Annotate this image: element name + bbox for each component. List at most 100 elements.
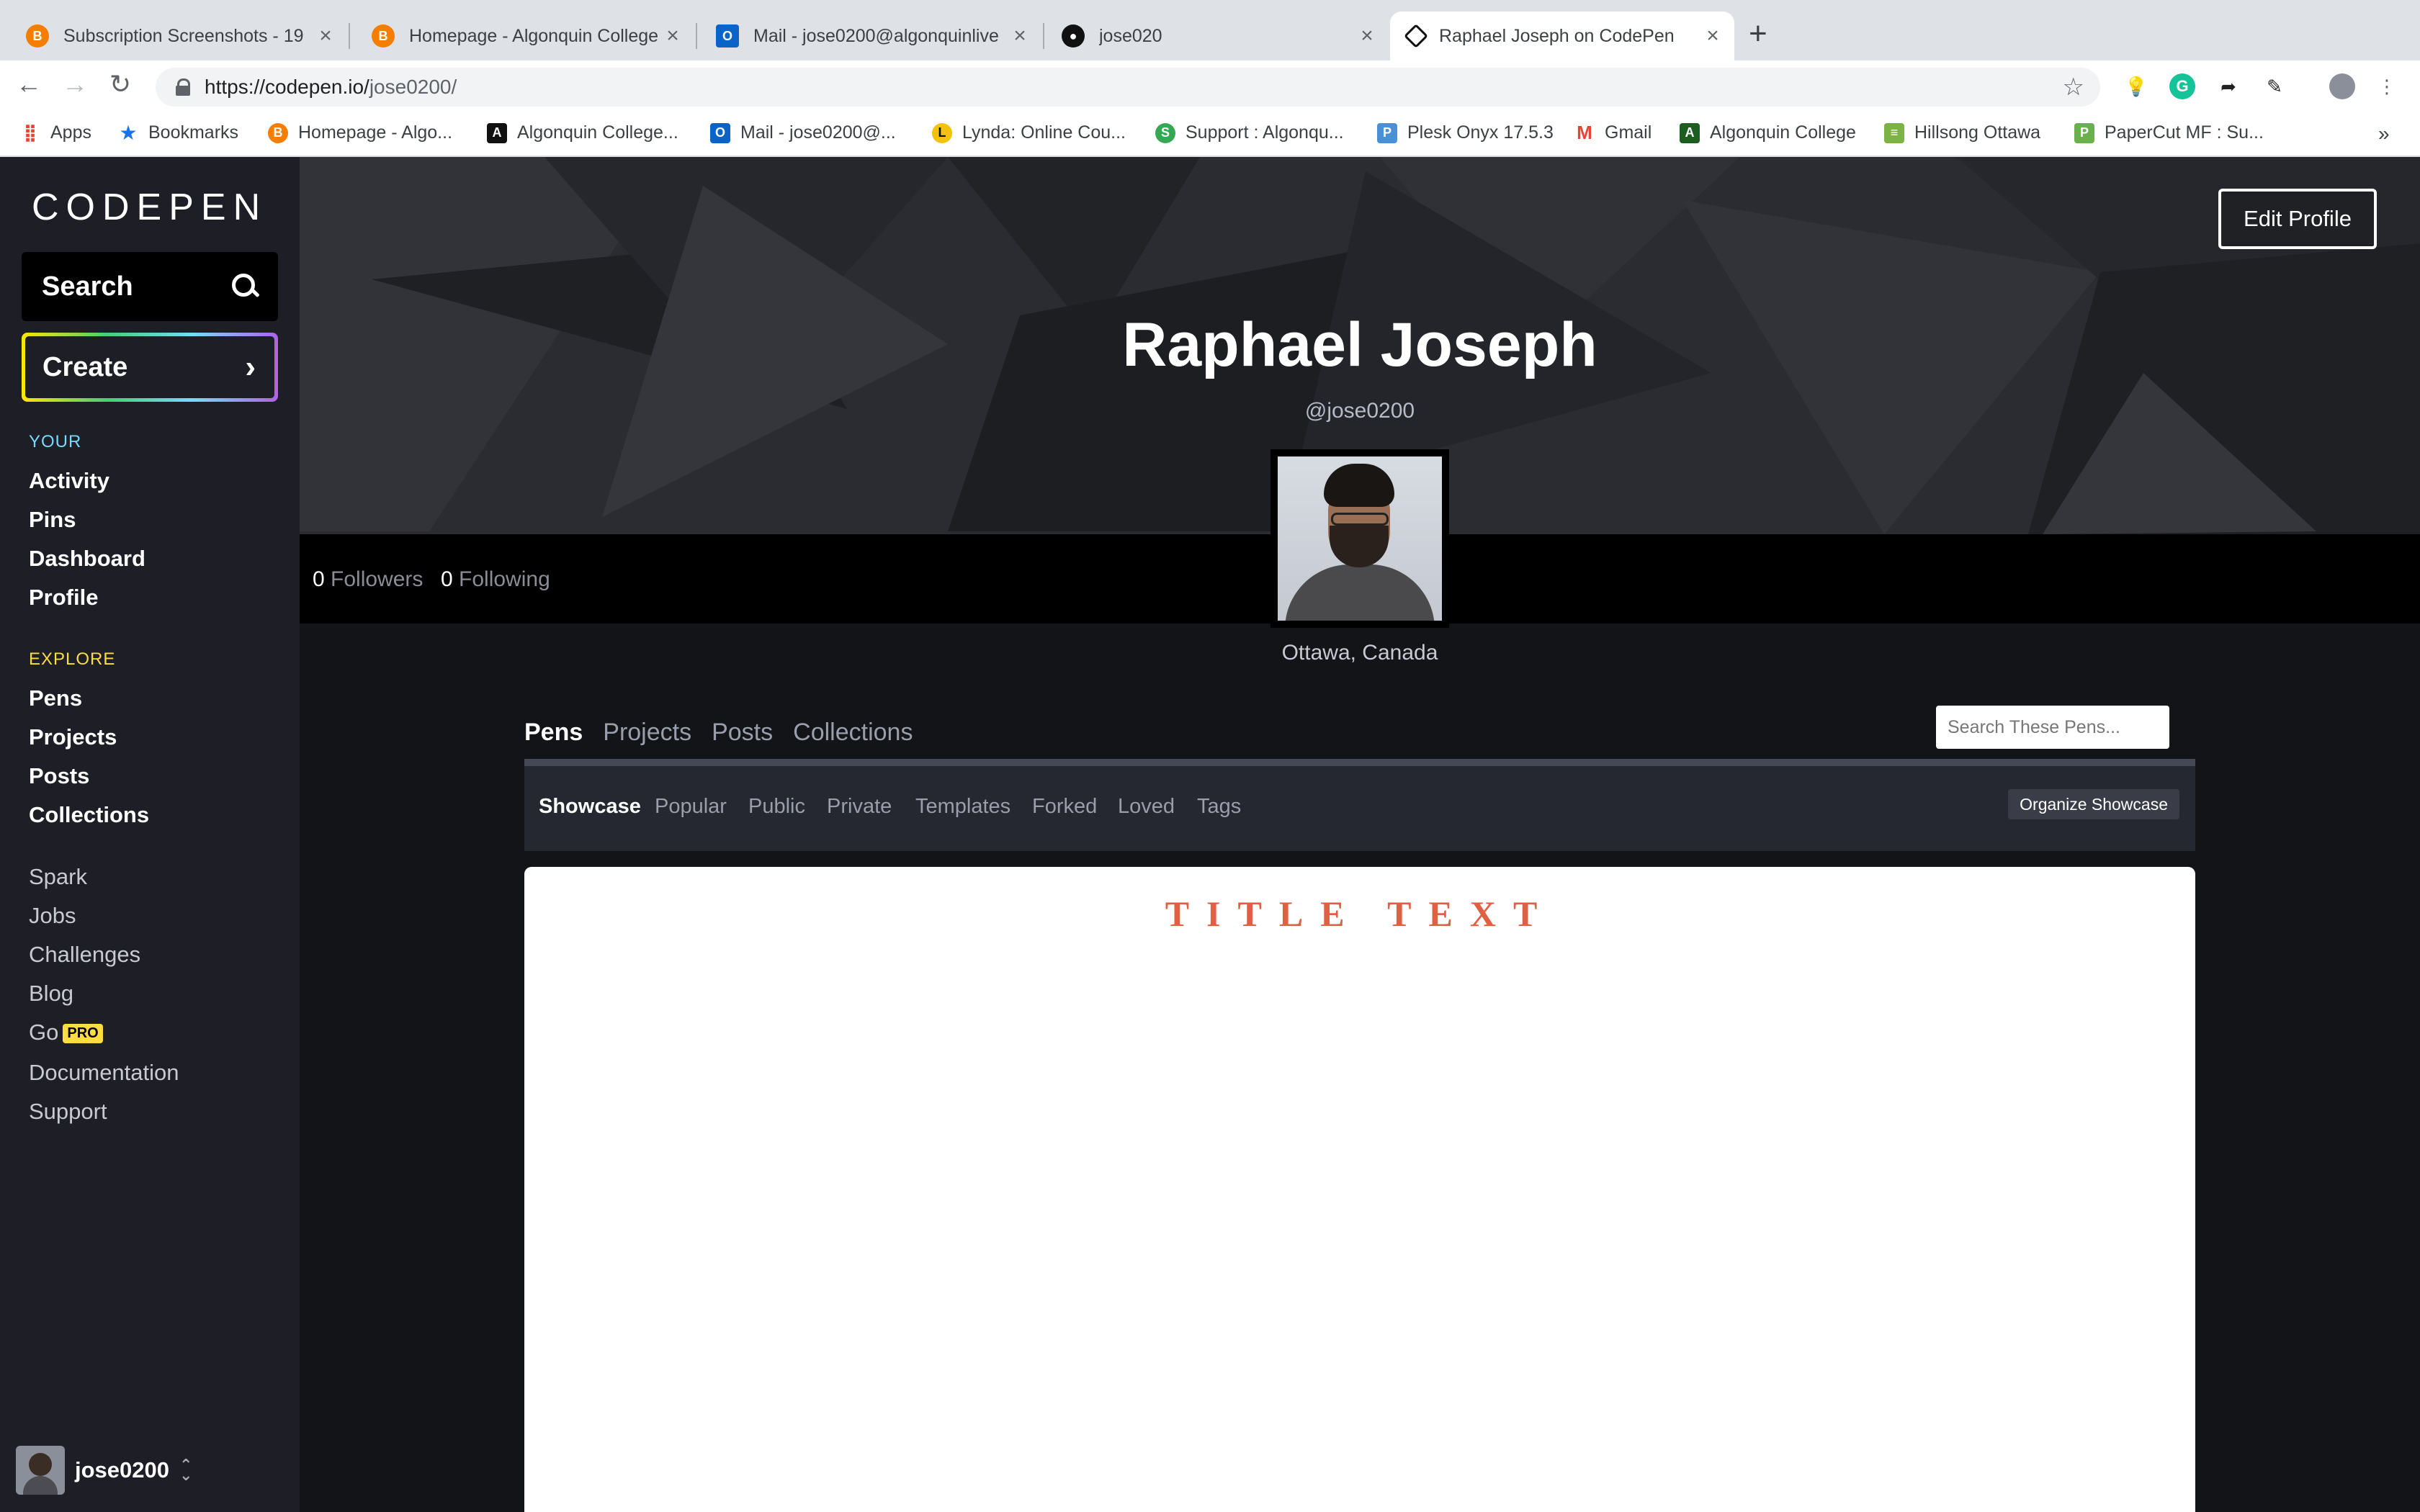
lock-icon <box>176 78 190 96</box>
subtab-forked[interactable]: Forked <box>1032 795 1097 819</box>
bookmark-label: Lynda: Online Cou... <box>962 122 1126 143</box>
sidebar-item-support[interactable]: Support <box>29 1099 107 1125</box>
sidebar-item-projects[interactable]: Projects <box>29 724 117 750</box>
support-icon: S <box>1155 122 1175 143</box>
tabs-divider <box>524 759 2195 766</box>
extension-bulb-icon[interactable]: 💡 <box>2123 73 2149 99</box>
tab-title: Raphael Joseph on CodePen <box>1439 25 1675 46</box>
bookmark-label: Homepage - Algo... <box>298 122 453 143</box>
browser-tab[interactable]: B Homepage - Algonquin College × <box>350 12 694 60</box>
following-link[interactable]: 0 Following <box>441 567 550 592</box>
sidebar-item-blog[interactable]: Blog <box>29 981 73 1007</box>
followers-count: 0 <box>313 567 325 591</box>
bookmarks-overflow[interactable]: » <box>2378 122 2390 145</box>
outlook-icon: O <box>710 122 730 143</box>
bookmark-apps[interactable]: ⣿ Apps <box>20 122 91 143</box>
apps-grid-icon: ⣿ <box>23 123 37 143</box>
close-icon[interactable]: × <box>1008 24 1031 48</box>
bookmark-papercut[interactable]: P PaperCut MF : Su... <box>2074 122 2264 143</box>
bookmark-plesk[interactable]: P Plesk Onyx 17.5.3 <box>1377 122 1554 143</box>
bookmark-lynda[interactable]: L Lynda: Online Cou... <box>932 122 1126 143</box>
sidebar-item-posts[interactable]: Posts <box>29 763 89 789</box>
menu-kebab-icon[interactable]: ⋮ <box>2374 73 2400 99</box>
sidebar-item-pens[interactable]: Pens <box>29 685 82 711</box>
browser-tab[interactable]: ● jose020 × <box>1044 12 1389 60</box>
sidebar-item-collections[interactable]: Collections <box>29 802 149 828</box>
bookmark-star-icon[interactable]: ☆ <box>2063 73 2084 102</box>
browser-tab-active[interactable]: Raphael Joseph on CodePen × <box>1390 12 1734 60</box>
tab-posts[interactable]: Posts <box>712 719 773 747</box>
browser-tab-strip: B Subscription Screenshots - 19 × B Home… <box>0 0 2420 60</box>
subtab-private[interactable]: Private <box>827 795 892 819</box>
bookmark-algonquin-college[interactable]: A Algonquin College <box>1680 122 1856 143</box>
subtab-tags[interactable]: Tags <box>1197 795 1241 819</box>
profile-avatar-icon[interactable] <box>2329 73 2355 99</box>
bookmarks-bar: ⣿ Apps ★ Bookmarks B Homepage - Algo... … <box>0 111 2420 157</box>
browser-tab[interactable]: B Subscription Screenshots - 19 × <box>0 12 347 60</box>
bookmark-mail[interactable]: O Mail - jose0200@... <box>710 122 896 143</box>
hillsong-icon: ≡ <box>1884 122 1904 143</box>
subtab-popular[interactable]: Popular <box>655 795 727 819</box>
sidebar-item-profile[interactable]: Profile <box>29 585 98 611</box>
sidebar-item-jobs[interactable]: Jobs <box>29 903 76 929</box>
search-pens-input[interactable] <box>1936 706 2169 749</box>
address-bar[interactable]: https://codepen.io/jose0200/ ☆ <box>156 68 2100 107</box>
pro-badge: PRO <box>63 1024 103 1044</box>
sidebar-item-dashboard[interactable]: Dashboard <box>29 546 145 572</box>
grammarly-icon[interactable]: G <box>2169 73 2195 99</box>
bookmark-algonquin[interactable]: A Algonquin College... <box>487 122 678 143</box>
subtab-templates[interactable]: Templates <box>915 795 1010 819</box>
share-arrow-icon[interactable]: ➦ <box>2215 73 2241 99</box>
bookmark-support[interactable]: S Support : Algonqu... <box>1155 122 1344 143</box>
profile-location: Ottawa, Canada <box>1281 641 1438 665</box>
plesk-icon: P <box>1377 122 1397 143</box>
username: jose0200 <box>75 1457 169 1482</box>
showcase-title-text: TITLE TEXT <box>1165 894 1555 934</box>
url-path: jose0200/ <box>369 76 457 98</box>
following-count: 0 <box>441 567 453 591</box>
close-icon[interactable]: × <box>661 24 684 48</box>
bookmark-homepage[interactable]: B Homepage - Algo... <box>268 122 452 143</box>
section-heading-explore: EXPLORE <box>29 649 116 669</box>
followers-link[interactable]: 0 Followers <box>313 567 423 592</box>
user-menu[interactable]: jose0200 ⌃ ⌄ <box>16 1446 192 1495</box>
close-icon[interactable]: × <box>1355 24 1379 48</box>
browser-tab[interactable]: O Mail - jose0200@algonquinlive × <box>697 12 1041 60</box>
new-tab-button[interactable]: + <box>1749 16 1767 52</box>
sidebar-item-documentation[interactable]: Documentation <box>29 1060 179 1086</box>
sidebar-item-pins[interactable]: Pins <box>29 507 76 533</box>
showcase-pen-preview[interactable]: TITLE TEXT <box>524 867 2195 1512</box>
subtab-loved[interactable]: Loved <box>1118 795 1175 819</box>
sidebar-item-activity[interactable]: Activity <box>29 468 109 494</box>
create-button[interactable]: Create › <box>22 333 278 402</box>
url-host: https://codepen.io/ <box>205 76 369 98</box>
papercut-icon: P <box>2074 122 2094 143</box>
subtab-public[interactable]: Public <box>748 795 805 819</box>
section-heading-your: YOUR <box>29 432 82 451</box>
organize-showcase-button[interactable]: Organize Showcase <box>2008 789 2179 819</box>
gmail-icon: M <box>1577 122 1592 143</box>
tab-collections[interactable]: Collections <box>793 719 913 747</box>
bookmark-bookmarks[interactable]: ★ Bookmarks <box>118 122 238 144</box>
tab-pens[interactable]: Pens <box>524 719 583 747</box>
bookmark-gmail[interactable]: M Gmail <box>1574 122 1652 143</box>
close-icon[interactable]: × <box>314 24 337 48</box>
eyedropper-icon[interactable]: ✎ <box>2262 73 2287 99</box>
search-button[interactable]: Search <box>22 252 278 321</box>
edit-profile-button[interactable]: Edit Profile <box>2218 189 2377 249</box>
sidebar-item-spark[interactable]: Spark <box>29 864 87 890</box>
sidebar-item-go-pro[interactable]: Go PRO <box>29 1020 103 1045</box>
create-label: Create <box>42 351 128 382</box>
back-icon[interactable]: ← <box>16 69 42 99</box>
close-icon[interactable]: × <box>1701 24 1724 48</box>
tab-title: jose020 <box>1099 25 1162 46</box>
bookmark-hillsong[interactable]: ≡ Hillsong Ottawa <box>1884 122 2040 143</box>
subtab-showcase[interactable]: Showcase <box>539 795 641 819</box>
reload-icon[interactable]: ↻ <box>109 69 131 99</box>
sidebar-item-challenges[interactable]: Challenges <box>29 942 140 968</box>
tab-projects[interactable]: Projects <box>603 719 691 747</box>
forward-icon[interactable]: → <box>62 69 88 99</box>
bookmark-label: PaperCut MF : Su... <box>2105 122 2264 143</box>
search-label: Search <box>42 271 133 302</box>
codepen-logo[interactable]: CODEPEN <box>32 186 267 229</box>
